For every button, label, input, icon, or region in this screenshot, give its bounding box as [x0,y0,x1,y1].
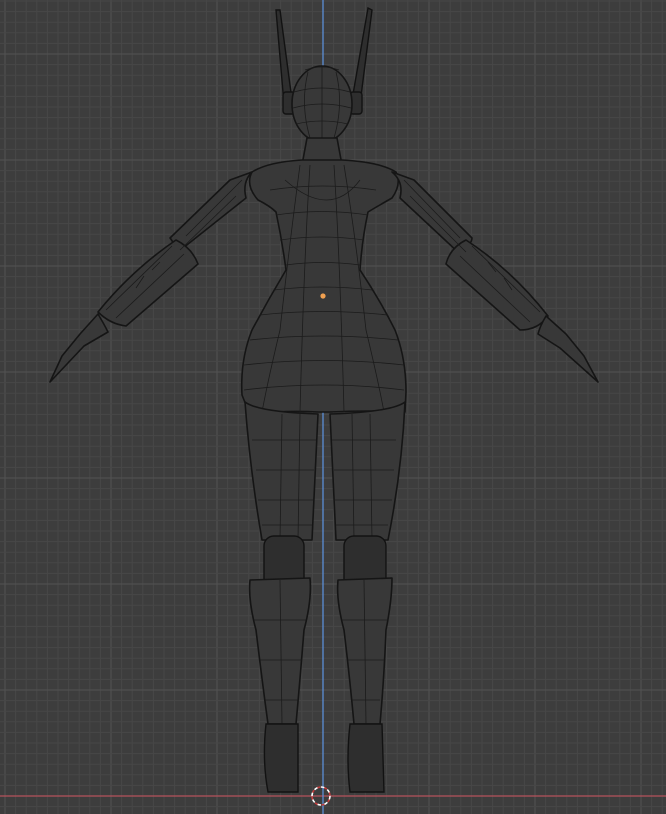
foot-right [347,723,385,793]
foot-left [263,723,299,793]
3d-viewport[interactable] [0,0,666,814]
thigh-right [329,401,406,541]
forearm-left [97,239,199,327]
upper-arm-left [169,171,253,253]
left-antenna [275,9,293,106]
object-origin[interactable] [320,293,326,299]
